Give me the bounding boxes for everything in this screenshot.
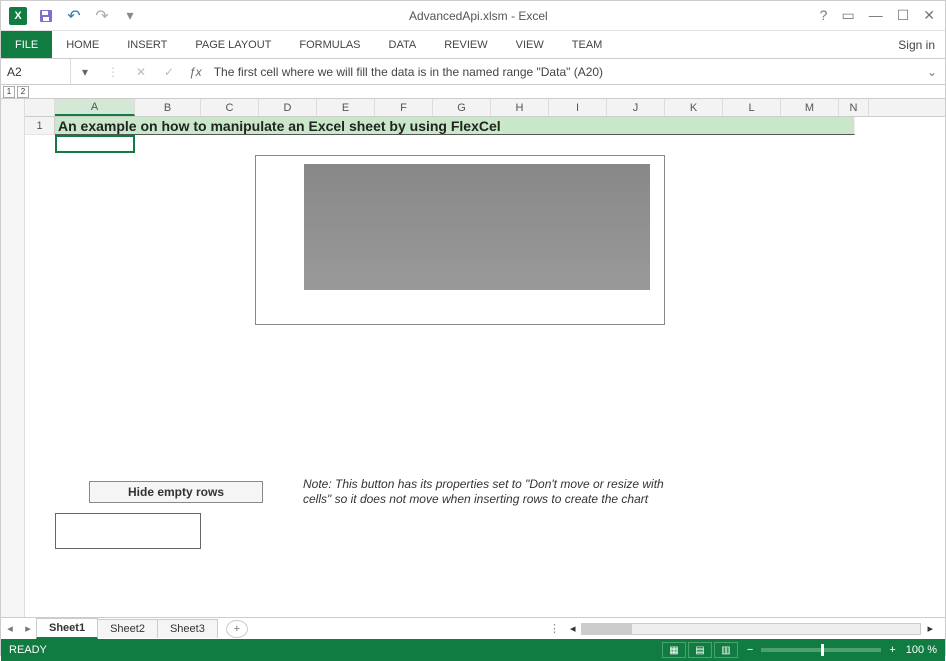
col-header-N[interactable]: N bbox=[839, 99, 869, 116]
zoom-slider[interactable] bbox=[761, 648, 881, 652]
tab-data[interactable]: DATA bbox=[375, 31, 431, 58]
window-title: AdvancedApi.xlsm - Excel bbox=[147, 9, 810, 23]
cancel-formula-icon[interactable]: ✕ bbox=[127, 65, 155, 79]
worksheet-grid: A B C D E F G H I J K L M N 1An example … bbox=[1, 99, 945, 617]
status-ready: READY bbox=[9, 644, 47, 656]
tab-review[interactable]: REVIEW bbox=[430, 31, 501, 58]
col-header-J[interactable]: J bbox=[607, 99, 665, 116]
note-text: Note: This button has its properties set… bbox=[303, 477, 673, 507]
formula-bar: A2 ▾ ⋮ ✕ ✓ ƒx The first cell where we wi… bbox=[1, 59, 945, 85]
col-header-G[interactable]: G bbox=[433, 99, 491, 116]
minimize-icon[interactable]: — bbox=[869, 7, 883, 24]
maximize-icon[interactable]: ☐ bbox=[897, 7, 910, 24]
col-header-I[interactable]: I bbox=[549, 99, 607, 116]
formula-expand-icon[interactable]: ⌄ bbox=[919, 65, 945, 79]
column-headers: A B C D E F G H I J K L M N bbox=[25, 99, 945, 117]
sheet-nav-prev-icon[interactable]: ▸ bbox=[19, 622, 37, 635]
ribbon-options-icon[interactable]: ▭ bbox=[841, 7, 854, 24]
new-sheet-button[interactable]: + bbox=[226, 620, 248, 638]
save-icon[interactable] bbox=[37, 7, 55, 25]
name-box[interactable]: A2 bbox=[1, 59, 71, 84]
tab-insert[interactable]: INSERT bbox=[113, 31, 181, 58]
outline-level-bar: 1 2 bbox=[1, 85, 945, 99]
sign-in-link[interactable]: Sign in bbox=[888, 31, 945, 58]
chart-plot-area bbox=[304, 164, 650, 290]
tab-formulas[interactable]: FORMULAS bbox=[285, 31, 374, 58]
rows-container: 1An example on how to manipulate an Exce… bbox=[25, 117, 945, 135]
tab-home[interactable]: HOME bbox=[52, 31, 113, 58]
tab-file[interactable]: FILE bbox=[1, 31, 52, 58]
title-bar: X ↶ ↷ ▾ AdvancedApi.xlsm - Excel ? ▭ — ☐… bbox=[1, 1, 945, 31]
close-icon[interactable]: ✕ bbox=[923, 7, 935, 24]
outline-gutter bbox=[1, 99, 25, 617]
redo-icon[interactable]: ↷ bbox=[93, 7, 111, 25]
table-range-border bbox=[55, 513, 201, 549]
horizontal-scrollbar[interactable]: ⋮ ◂ ▸ bbox=[248, 622, 945, 635]
sheet-tab-1[interactable]: Sheet1 bbox=[36, 618, 98, 639]
col-header-F[interactable]: F bbox=[375, 99, 433, 116]
col-header-C[interactable]: C bbox=[201, 99, 259, 116]
zoom-in-icon[interactable]: + bbox=[889, 644, 895, 656]
zoom-out-icon[interactable]: − bbox=[747, 644, 753, 656]
col-header-L[interactable]: L bbox=[723, 99, 781, 116]
tab-page-layout[interactable]: PAGE LAYOUT bbox=[181, 31, 285, 58]
col-header-K[interactable]: K bbox=[665, 99, 723, 116]
select-all-button[interactable] bbox=[25, 99, 55, 116]
excel-icon: X bbox=[9, 7, 27, 25]
sheet-tab-2[interactable]: Sheet2 bbox=[97, 619, 158, 638]
zoom-level: 100 % bbox=[906, 644, 937, 656]
outline-level-2[interactable]: 2 bbox=[17, 86, 29, 98]
help-icon[interactable]: ? bbox=[820, 7, 828, 24]
outline-level-1[interactable]: 1 bbox=[3, 86, 15, 98]
tab-team[interactable]: TEAM bbox=[558, 31, 617, 58]
hide-empty-rows-button[interactable]: Hide empty rows bbox=[89, 481, 263, 503]
window-controls: ? ▭ — ☐ ✕ bbox=[810, 7, 945, 24]
sheet-tab-3[interactable]: Sheet3 bbox=[157, 619, 218, 638]
col-header-M[interactable]: M bbox=[781, 99, 839, 116]
row-header-1[interactable]: 1 bbox=[25, 117, 55, 135]
qat-customize-icon[interactable]: ▾ bbox=[121, 7, 139, 25]
col-header-H[interactable]: H bbox=[491, 99, 549, 116]
enter-formula-icon[interactable]: ✓ bbox=[155, 65, 183, 79]
quick-access-toolbar: X ↶ ↷ ▾ bbox=[1, 7, 147, 25]
active-cell-indicator bbox=[55, 135, 135, 153]
name-box-dropdown-icon[interactable]: ▾ bbox=[71, 65, 99, 79]
col-header-D[interactable]: D bbox=[259, 99, 317, 116]
fx-icon[interactable]: ƒx bbox=[183, 65, 208, 79]
chart-object[interactable] bbox=[255, 155, 665, 325]
col-header-E[interactable]: E bbox=[317, 99, 375, 116]
row-1: 1An example on how to manipulate an Exce… bbox=[25, 117, 945, 135]
ribbon-tabs: FILE HOME INSERT PAGE LAYOUT FORMULAS DA… bbox=[1, 31, 945, 59]
formula-separator: ⋮ bbox=[99, 65, 127, 79]
tab-view[interactable]: VIEW bbox=[502, 31, 558, 58]
col-header-B[interactable]: B bbox=[135, 99, 201, 116]
undo-icon[interactable]: ↶ bbox=[65, 7, 83, 25]
status-bar: READY ▦ ▤ ▥ − + 100 % bbox=[1, 639, 945, 661]
sheet-nav-first-icon[interactable]: ◂ bbox=[1, 622, 19, 635]
formula-input[interactable]: The first cell where we will fill the da… bbox=[208, 65, 919, 79]
col-header-A[interactable]: A bbox=[55, 99, 135, 116]
cell[interactable]: An example on how to manipulate an Excel… bbox=[55, 117, 855, 135]
sheet-tab-bar: ◂ ▸ Sheet1 Sheet2 Sheet3 + ⋮ ◂ ▸ bbox=[1, 617, 945, 639]
